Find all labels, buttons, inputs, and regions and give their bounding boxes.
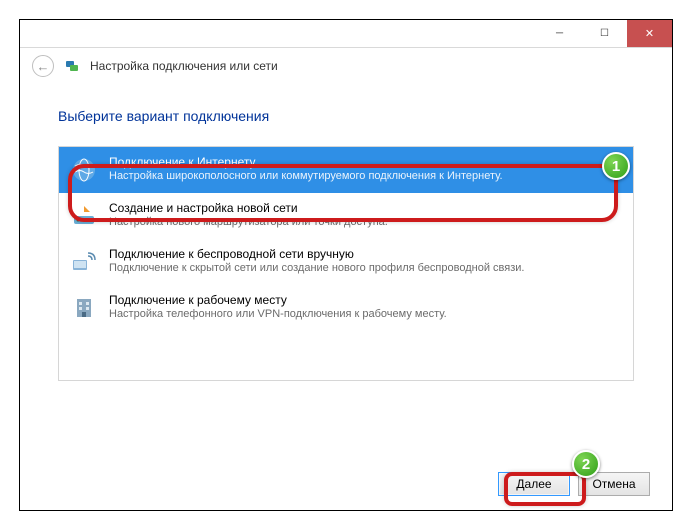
option-title: Создание и настройка новой сети: [109, 201, 388, 215]
building-icon: [69, 293, 99, 323]
cancel-button[interactable]: Отмена: [578, 472, 650, 496]
maximize-button[interactable]: ☐: [582, 20, 627, 47]
wireless-icon: [69, 247, 99, 277]
router-icon: [69, 201, 99, 231]
option-internet[interactable]: Подключение к Интернету Настройка широко…: [59, 147, 633, 193]
arrow-left-icon: ←: [37, 59, 50, 74]
option-wireless-manual[interactable]: Подключение к беспроводной сети вручную …: [59, 239, 633, 285]
option-title: Подключение к рабочему месту: [109, 293, 447, 307]
back-button[interactable]: ←: [32, 55, 54, 77]
option-title: Подключение к Интернету: [109, 155, 503, 169]
option-workplace[interactable]: Подключение к рабочему месту Настройка т…: [59, 285, 633, 331]
option-desc: Подключение к скрытой сети или создание …: [109, 262, 524, 274]
window-title: Настройка подключения или сети: [90, 59, 278, 73]
option-title: Подключение к беспроводной сети вручную: [109, 247, 524, 261]
close-button[interactable]: ✕: [627, 20, 672, 47]
option-new-network[interactable]: Создание и настройка новой сети Настройк…: [59, 193, 633, 239]
option-desc: Настройка широкополосного или коммутируе…: [109, 170, 503, 182]
option-desc: Настройка нового маршрутизатора или точк…: [109, 216, 388, 228]
options-list: Подключение к Интернету Настройка широко…: [58, 146, 634, 381]
titlebar: ─ ☐ ✕: [20, 20, 672, 48]
instruction-text: Выберите вариант подключения: [58, 108, 634, 124]
option-desc: Настройка телефонного или VPN-подключени…: [109, 308, 447, 320]
network-icon: [64, 58, 80, 74]
next-button[interactable]: Далее: [498, 472, 570, 496]
minimize-button[interactable]: ─: [537, 20, 582, 47]
header: ← Настройка подключения или сети: [20, 48, 672, 84]
globe-icon: [69, 155, 99, 185]
